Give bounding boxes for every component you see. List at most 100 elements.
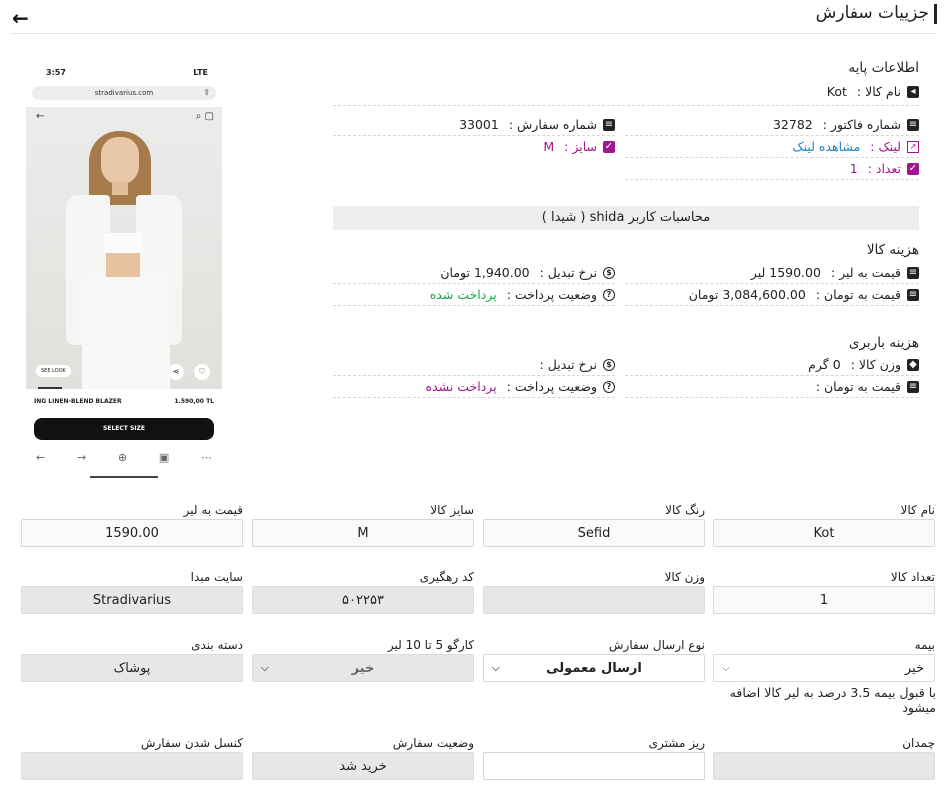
order-info: اطلاعات پایه ◂ نام کالا : Kot ≡ شماره فا… [333,54,919,400]
phone-select-size-button: SELECT SIZE [34,418,214,440]
cargo-pay-status-value: پرداخت نشده [425,379,497,394]
order-status-form-field: وضعیت سفارش خرید شد [252,736,474,780]
size-value: M [543,139,555,154]
dollar-icon: $ [603,358,615,371]
model-top [104,233,142,253]
phone-home-indicator [90,476,158,478]
phone-url-text: stradivarius.com [94,89,154,97]
customer-detail-form-label: ریز مشتری [648,736,705,750]
model-face [101,137,139,185]
shipping-type-select-value: ارسال معمولی [546,661,642,676]
model-neck [112,181,128,195]
checkbox-icon: ✓ [907,162,919,175]
shipping-type-select[interactable]: ارسال معمولی ⌵ [483,654,705,682]
color-form-label: رنگ کالا [665,503,705,517]
goods-rate-label: نرخ تبدیل : [539,265,597,280]
receipt-icon: ≡ [907,266,919,279]
cargo-form-field: کارگو 5 تا 10 لیر خیر ⌵ [252,638,474,682]
product-name-label: نام کالا : [856,84,901,99]
model-pants [82,277,170,389]
share-icon: ⇪ [203,88,210,97]
basic-grid: ≡ شماره فاکتور : 32782 ≡ شماره سفارش : 3… [333,114,919,180]
browser-forward-icon: → [76,451,87,464]
question-icon: ? [603,380,615,393]
cargo-select: خیر ⌵ [252,654,474,682]
see-look-button: SEE LOOK [36,365,71,377]
category-form-label: دسته بندی [191,638,243,652]
chevron-down-icon: ⌵ [492,663,500,674]
question-icon: ? [603,288,615,301]
phone-product-row: ING LINEN-BLEND BLAZER 1.590,00 TL [34,398,214,405]
product-photo: ← ⌕ ▢ SEE LOOK ⋖ ♡ [26,107,222,389]
order-status-form-label: وضعیت سفارش [392,736,474,750]
order-number-label: شماره سفارش : [508,117,597,132]
weight-form-label: وزن کالا [664,570,705,584]
customer-detail-input[interactable] [483,752,705,780]
model-midriff [106,253,140,279]
order-status-input: خرید شد [252,752,474,780]
basic-info-title: اطلاعات پایه [848,60,919,76]
toman-price-value: 3,084,600.00 تومان [688,287,806,302]
browser-tabs-icon: ▣ [158,451,170,464]
luggage-form-label: چمدان [902,736,935,750]
size-form-label: سایز کالا [430,503,474,517]
color-input[interactable]: Sefid [483,519,705,547]
order-number-value: 33001 [459,117,499,132]
goods-rate-field: $ نرخ تبدیل : 1,940.00 تومان [440,265,615,280]
browser-more-icon: ⋯ [201,451,212,464]
product-name-form-label: نام کالا [900,503,935,517]
view-link[interactable]: مشاهده لینک [792,139,860,154]
goods-cost-title: هزینه کالا [866,242,919,258]
product-screenshot: 3:57 LTE stradivarius.com ⇪ ← ⌕ ▢ SEE LO… [26,64,222,484]
external-link-icon: ↗ [907,140,919,153]
lira-price-value: 1590.00 لیر [750,265,821,280]
chevron-down-icon: ⌵ [261,663,269,674]
receipt-icon: ≡ [907,380,919,393]
count-form-field: تعداد کالا 1 [713,570,935,614]
source-site-input: Stradivarius [21,586,243,614]
weight-form-field: وزن کالا [483,570,705,614]
insurance-form-field: بیمه خیر ⌵ [713,638,935,682]
insurance-note: با قبول بیمه 3.5 درصد به لیر کالا اضافه … [729,685,936,715]
category-form-field: دسته بندی پوشاک [21,638,243,682]
tracking-form-label: کد رهگیری [419,570,474,584]
goods-pay-status-value: پرداخت شده [429,287,497,302]
invoice-label: شماره فاکتور : [822,117,901,132]
goods-cost-grid: ≡ قیمت به لیر : 1590.00 لیر $ نرخ تبدیل … [333,262,919,308]
insurance-select-value: خیر [904,661,924,676]
link-label: لینک : [870,139,901,154]
size-field: ✓ سایز : M [543,139,615,154]
phone-nav: ← ⌕ ▢ [36,111,214,122]
search-bag-icons: ⌕ ▢ [195,111,214,122]
count-input[interactable]: 1 [713,586,935,614]
back-arrow-icon[interactable]: ← [12,6,29,30]
goods-rate-value: 1,940.00 تومان [440,265,530,280]
chevron-down-icon: ⌵ [722,663,730,674]
tracking-input: ۵۰۲۲۵۳ [252,586,474,614]
phone-product-price: 1.590,00 TL [174,398,214,405]
link-field: ↗ لینک : مشاهده لینک [792,139,919,154]
invoice-value: 32782 [772,117,813,132]
luggage-input [713,752,935,780]
title-accent-bar [934,4,937,24]
source-site-form-label: سایت مبدا [190,570,243,584]
product-name-input[interactable]: Kot [713,519,935,547]
heart-icon: ♡ [194,364,210,380]
product-name-value: Kot [826,84,847,99]
weight-input [483,586,705,614]
lira-price-input[interactable]: 1590.00 [21,519,243,547]
count-field: ✓ تعداد : 1 [850,161,919,176]
back-icon: ← [36,111,45,122]
document-icon: ≡ [907,118,919,131]
phone-url-bar: stradivarius.com ⇪ [32,86,216,100]
page-title: جزییات سفارش [815,3,929,23]
cancel-order-input [21,752,243,780]
size-label: سایز : [564,139,597,154]
customer-detail-form-field: ریز مشتری [483,736,705,780]
insurance-select[interactable]: خیر ⌵ [713,654,935,682]
cargo-pay-status-label: وضعیت پرداخت : [506,379,597,394]
weight-value: 0 گرم [808,357,841,372]
phone-status-bar: 3:57 LTE [46,68,208,77]
size-input[interactable]: M [252,519,474,547]
header-divider [10,33,937,34]
